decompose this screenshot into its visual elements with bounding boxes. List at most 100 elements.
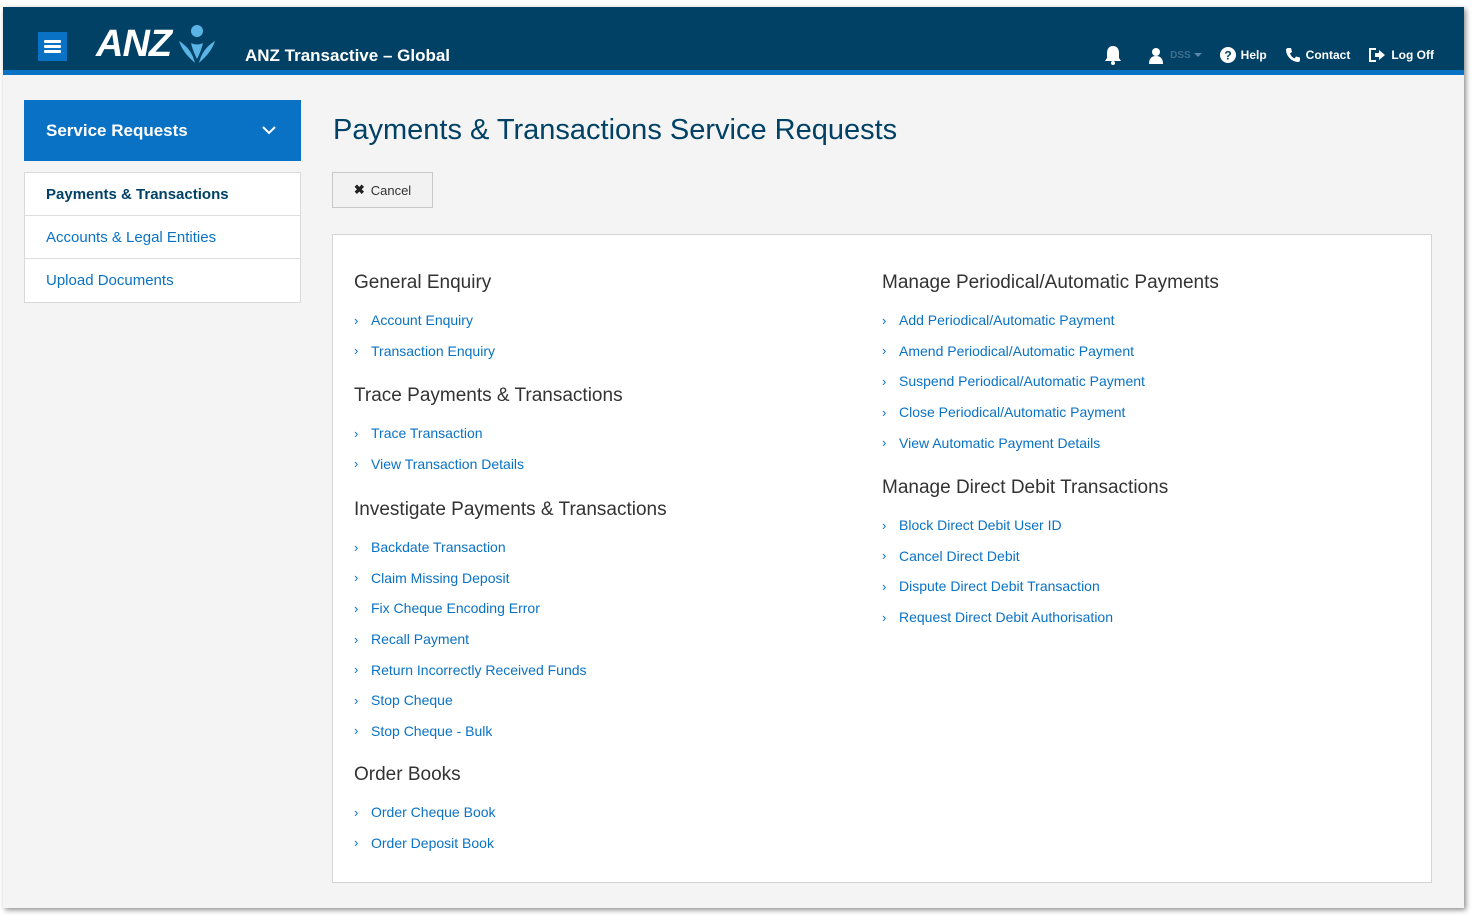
app-title: ANZ Transactive – Global [245, 46, 451, 65]
header-actions: DSS ? Help Contact Log Off [1086, 45, 1434, 65]
link-label: Suspend Periodical/Automatic Payment [899, 373, 1145, 390]
chevron-down-icon [262, 126, 276, 135]
link-label: Order Deposit Book [371, 834, 494, 851]
link-view-automatic-payment-details[interactable]: › View Automatic Payment Details [882, 427, 1219, 458]
cancel-button[interactable]: ✖ Cancel [332, 172, 433, 208]
link-label: Account Enquiry [371, 312, 473, 329]
link-label: Amend Periodical/Automatic Payment [899, 342, 1134, 359]
link-label: Claim Missing Deposit [371, 569, 510, 586]
section-title: Manage Periodical/Automatic Payments [882, 272, 1219, 293]
close-icon: ✖ [353, 182, 365, 197]
help-label: Help [1240, 48, 1267, 62]
menu-icon[interactable] [38, 32, 67, 61]
section-manage-periodical-automatic-payments: Manage Periodical/Automatic Payments › Add… [882, 269, 1219, 458]
sidebar-item-payments-transactions[interactable]: Payments & Transactions [25, 173, 300, 216]
phone-icon [1285, 48, 1300, 62]
section-investigate-payments-and-transactions: Investigate Payments & Transactions › Back… [354, 496, 667, 746]
sidebar-item-label: Payments & Transactions [46, 185, 229, 203]
link-transaction-enquiry[interactable]: › Transaction Enquiry [354, 336, 495, 367]
link-label: Add Periodical/Automatic Payment [899, 312, 1115, 329]
section-title: Investigate Payments & Transactions [354, 499, 667, 520]
link-claim-missing-deposit[interactable]: › Claim Missing Deposit [354, 563, 667, 594]
link-suspend-periodical-automatic-payment[interactable]: › Suspend Periodical/Automatic Payment [882, 366, 1219, 397]
chevron-right-icon: › [882, 548, 887, 564]
link-trace-transaction[interactable]: › Trace Transaction [354, 418, 623, 449]
chevron-right-icon: › [354, 662, 359, 678]
section-trace-payments-and-transactions: Trace Payments & Transactions › Trace Tran… [354, 382, 623, 479]
link-label: Fix Cheque Encoding Error [371, 600, 540, 617]
chevron-down-icon [1193, 53, 1202, 57]
section-title: Manage Direct Debit Transactions [882, 477, 1169, 498]
link-backdate-transaction[interactable]: › Backdate Transaction [354, 532, 667, 563]
link-label: Block Direct Debit User ID [899, 517, 1062, 534]
link-label: View Automatic Payment Details [899, 434, 1101, 451]
link-label: Return Incorrectly Received Funds [371, 661, 587, 678]
link-add-periodical-automatic-payment[interactable]: › Add Periodical/Automatic Payment [882, 305, 1219, 336]
help-link[interactable]: ? Help [1219, 47, 1267, 63]
sidebar-heading: Service Requests [46, 120, 188, 140]
link-label: Order Cheque Book [371, 804, 496, 821]
sidebar-item-label: Accounts & Legal Entities [46, 228, 217, 246]
link-order-cheque-book[interactable]: › Order Cheque Book [354, 797, 496, 828]
anz-logo[interactable]: ANZ [96, 22, 217, 67]
top-navbar: ANZ ANZ Transactive – Global DSS ? Help … [3, 7, 1464, 75]
user-menu-button[interactable]: DSS [1149, 47, 1202, 64]
link-view-transaction-details[interactable]: › View Transaction Details [354, 449, 623, 480]
chevron-right-icon: › [354, 835, 359, 851]
link-label: Trace Transaction [371, 425, 483, 442]
link-fix-cheque-encoding-error[interactable]: › Fix Cheque Encoding Error [354, 593, 667, 624]
link-close-periodical-automatic-payment[interactable]: › Close Periodical/Automatic Payment [882, 397, 1219, 428]
link-label: View Transaction Details [371, 455, 525, 472]
sidebar-item-accounts-legal-entities[interactable]: Accounts & Legal Entities [25, 216, 300, 259]
chevron-right-icon: › [354, 539, 359, 555]
logo-text: ANZ [96, 23, 172, 65]
section-order-books: Order Books › Order Cheque Book › Order Depo… [354, 761, 496, 858]
section-title: Trace Payments & Transactions [354, 385, 623, 406]
user-icon [1149, 47, 1164, 64]
sidebar-menu: Payments & Transactions Accounts & Legal… [24, 172, 301, 303]
contact-label: Contact [1305, 48, 1351, 62]
svg-text:?: ? [1224, 49, 1231, 63]
link-account-enquiry[interactable]: › Account Enquiry [354, 305, 495, 336]
link-recall-payment[interactable]: › Recall Payment [354, 624, 667, 655]
chevron-right-icon: › [354, 312, 359, 328]
link-request-direct-debit-authorisation[interactable]: › Request Direct Debit Authorisation [882, 602, 1168, 633]
chevron-right-icon: › [882, 609, 887, 625]
link-return-incorrectly-received-funds[interactable]: › Return Incorrectly Received Funds [354, 654, 667, 685]
sidebar-dropdown-service-requests[interactable]: Service Requests [24, 100, 301, 161]
app-window: ANZ ANZ Transactive – Global DSS ? Help … [3, 7, 1464, 908]
notifications-button[interactable] [1104, 45, 1127, 65]
chevron-right-icon: › [882, 373, 887, 389]
link-label: Transaction Enquiry [371, 342, 495, 359]
link-label: Request Direct Debit Authorisation [899, 609, 1113, 626]
link-label: Cancel Direct Debit [899, 547, 1020, 564]
user-name: DSS [1170, 49, 1191, 61]
link-label: Stop Cheque [371, 692, 453, 709]
chevron-right-icon: › [882, 435, 887, 451]
link-label: Backdate Transaction [371, 539, 506, 556]
anz-people-logo-icon [179, 24, 216, 63]
section-general-enquiry: General Enquiry › Account Enquiry › Transact… [354, 269, 495, 366]
link-order-deposit-book[interactable]: › Order Deposit Book [354, 828, 496, 859]
link-stop-cheque-bulk[interactable]: › Stop Cheque - Bulk [354, 716, 667, 747]
chevron-right-icon: › [354, 723, 359, 739]
sidebar-item-upload-documents[interactable]: Upload Documents [25, 259, 300, 302]
chevron-right-icon: › [354, 570, 359, 586]
logoff-link[interactable]: Log Off [1368, 47, 1434, 63]
link-label: Stop Cheque - Bulk [371, 722, 493, 739]
contact-link[interactable]: Contact [1285, 47, 1351, 63]
link-amend-periodical-automatic-payment[interactable]: › Amend Periodical/Automatic Payment [882, 336, 1219, 367]
chevron-right-icon: › [354, 631, 359, 647]
link-label: Recall Payment [371, 631, 470, 648]
chevron-right-icon: › [354, 692, 359, 708]
link-block-direct-debit-user-id[interactable]: › Block Direct Debit User ID [882, 510, 1168, 541]
link-label: Close Periodical/Automatic Payment [899, 404, 1126, 421]
logout-icon [1369, 48, 1386, 62]
chevron-right-icon: › [354, 343, 359, 359]
link-dispute-direct-debit-transaction[interactable]: › Dispute Direct Debit Transaction [882, 571, 1168, 602]
section-manage-direct-debit-transactions: Manage Direct Debit Transactions › Block D… [882, 474, 1168, 632]
chevron-right-icon: › [354, 425, 359, 441]
chevron-right-icon: › [354, 600, 359, 616]
link-stop-cheque[interactable]: › Stop Cheque [354, 685, 667, 716]
link-cancel-direct-debit[interactable]: › Cancel Direct Debit [882, 541, 1168, 572]
